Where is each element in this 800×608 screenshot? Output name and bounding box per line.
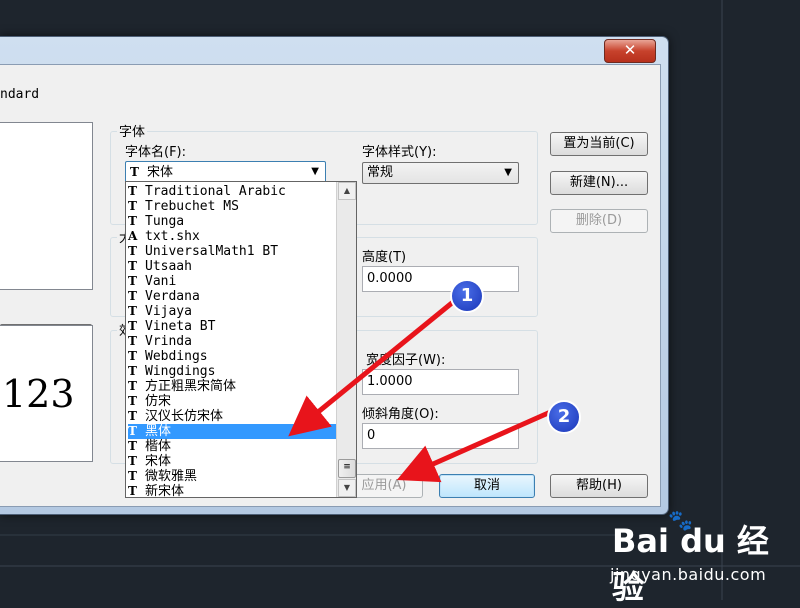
arrow-to-apply xyxy=(396,407,557,483)
arrow-to-heiti xyxy=(288,296,460,437)
watermark-url: jingyan.baidu.com xyxy=(610,565,767,584)
step-badge-2: 2 xyxy=(547,400,581,434)
step-badge-1: 1 xyxy=(450,279,484,313)
paw-icon: 🐾 xyxy=(668,508,693,532)
watermark-logo: 🐾 Bai du 经验 xyxy=(612,508,769,606)
